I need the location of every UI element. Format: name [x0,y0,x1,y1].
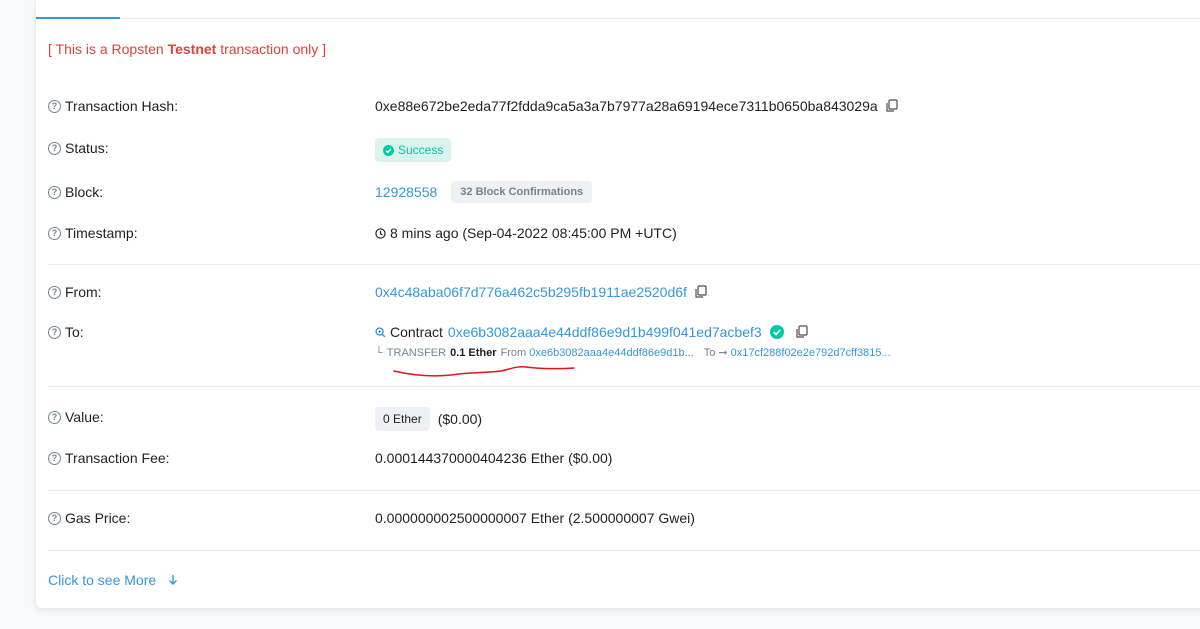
fee-label: Transaction Fee: [65,450,170,466]
block-label: Block: [65,184,104,200]
fee-row: ? Transaction Fee: 0.000144370000404236 E… [48,450,1200,470]
help-icon[interactable]: ? [48,285,61,299]
contract-search-icon [375,326,386,337]
help-icon[interactable]: ? [48,141,61,155]
transfer-amount: 0.1 Ether [450,346,497,359]
from-label: From: [65,284,102,300]
from-row: ? From: 0x4c48aba06f7d776a462c5b295fb1911… [48,284,1200,304]
status-badge: Success [375,138,452,162]
tree-branch-icon: └ [375,346,383,359]
check-circle-icon [383,144,394,156]
red-underline-annotation [393,366,575,377]
testnet-notice: [ This is a Ropsten Testnet transaction … [48,41,327,57]
transfer-from-link[interactable]: 0xe6b3082aaa4e44ddf86e9d1b... [529,347,694,359]
gas-price-label: Gas Price: [65,510,131,526]
timestamp-label: Timestamp: [65,225,138,241]
to-contract-link[interactable]: 0xe6b3082aaa4e44ddf86e9d1b499f041ed7acbe… [448,324,762,340]
value-row: ? Value: 0 Ether ($0.00) [48,407,1200,431]
gas-price-row: ? Gas Price: 0.000000002500000007 Ether (… [48,510,1200,530]
status-label: Status: [65,140,109,156]
value-badge: 0 Ether [375,407,430,431]
active-tab-indicator [36,17,120,19]
value-usd: ($0.00) [437,411,483,427]
timestamp-row: ? Timestamp: 8 mins ago (Sep-04-2022 08:4… [48,225,1200,245]
see-more-link[interactable]: Click to see More [48,572,178,588]
value-label: Value: [65,409,104,425]
help-icon[interactable]: ? [48,511,61,525]
from-address-link[interactable]: 0x4c48aba06f7d776a462c5b295fb1911ae2520d… [375,284,687,300]
status-row: ? Status: Success [48,138,1200,162]
to-row: ? To: Contract 0xe6b3082aaa4e44ddf86e9d1b… [48,324,1200,369]
copy-icon[interactable] [795,325,809,339]
tx-hash-label: Transaction Hash: [65,98,179,114]
help-icon[interactable]: ? [48,99,61,113]
copy-icon[interactable] [885,99,899,113]
token-transfer-line: └ TRANSFER 0.1 Ether From 0xe6b3082aaa4e… [375,346,895,360]
tx-hash-row: ? Transaction Hash: 0xe88e672be2eda77f2fd… [48,98,1200,118]
block-row: ? Block: 12928558 32 Block Confirmations [48,181,1200,203]
arrow-down-icon [169,575,178,585]
transfer-to-label: To [703,346,716,359]
help-icon[interactable]: ? [48,185,61,199]
copy-icon[interactable] [694,285,708,299]
section-divider [48,490,1200,491]
tab-divider [36,18,1200,19]
transaction-card: [ This is a Ropsten Testnet transaction … [35,0,1200,609]
arrow-right-icon: ➞ [718,347,728,359]
transfer-kind: TRANSFER [386,346,447,359]
section-divider [48,386,1200,387]
timestamp-value: 8 mins ago (Sep-04-2022 08:45:00 PM +UTC… [390,225,677,241]
help-icon[interactable]: ? [48,410,61,424]
help-icon[interactable]: ? [48,325,61,339]
section-divider [48,264,1200,265]
transfer-from-label: From [500,346,527,359]
help-icon[interactable]: ? [48,226,61,240]
fee-value: 0.000144370000404236 Ether ($0.00) [375,450,613,466]
verified-check-icon [769,325,784,339]
clock-icon [375,227,386,239]
help-icon[interactable]: ? [48,451,61,465]
to-label: To: [65,324,84,340]
confirmations-badge: 32 Block Confirmations [451,181,593,203]
gas-price-value: 0.000000002500000007 Ether (2.500000007 … [375,510,695,526]
section-divider [48,550,1200,551]
transfer-to-link[interactable]: 0x17cf288f02e2e792d7cff3815... [731,347,891,359]
block-number-link[interactable]: 12928558 [375,184,437,200]
contract-prefix: Contract [390,324,443,340]
tx-hash-value: 0xe88e672be2eda77f2fdda9ca5a3a7b7977a28a… [375,98,878,114]
